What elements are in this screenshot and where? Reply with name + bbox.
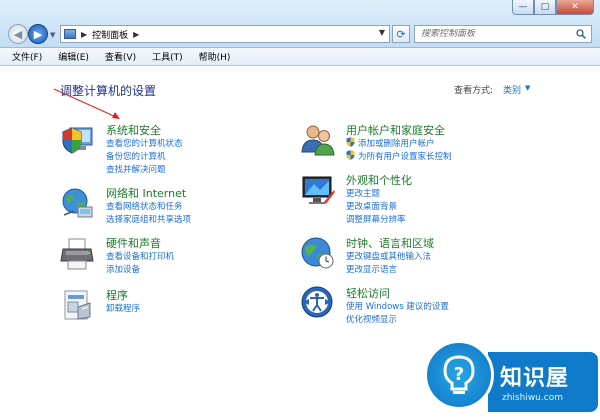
control-panel-icon bbox=[64, 29, 76, 39]
link-add-device[interactable]: 添加设备 bbox=[106, 263, 140, 275]
link-troubleshoot[interactable]: 查找并解决问题 bbox=[106, 163, 166, 175]
breadcrumb-arrow-icon[interactable]: ▶ bbox=[133, 30, 139, 39]
forward-button[interactable]: ▶ bbox=[28, 24, 48, 44]
refresh-icon: ⟳ bbox=[396, 27, 406, 41]
minimize-button[interactable]: — bbox=[512, 0, 534, 15]
breadcrumb-control-panel[interactable]: 控制面板 bbox=[92, 28, 128, 41]
refresh-button[interactable]: ⟳ bbox=[392, 25, 410, 43]
view-by-dropdown[interactable]: 类别 bbox=[503, 83, 521, 96]
forward-arrow-icon: ▶ bbox=[33, 27, 43, 41]
link-label[interactable]: 添加或删除用户帐户 bbox=[358, 139, 435, 149]
breadcrumb-arrow-icon[interactable]: ▶ bbox=[81, 30, 87, 39]
category-title[interactable]: 用户帐户和家庭安全 bbox=[346, 122, 445, 138]
link-change-theme[interactable]: 更改主题 bbox=[346, 187, 380, 199]
watermark-title: 知识屋 bbox=[500, 366, 570, 391]
link-parental-controls[interactable]: 为所有用户设置家长控制 bbox=[346, 150, 452, 162]
window-controls: — □ ✕ bbox=[512, 0, 594, 15]
category-title[interactable]: 外观和个性化 bbox=[346, 172, 412, 188]
uac-shield-icon bbox=[346, 150, 355, 160]
programs-icon bbox=[64, 290, 91, 320]
category-title[interactable]: 网络和 Internet bbox=[106, 185, 186, 201]
back-button[interactable]: ◀ bbox=[8, 24, 28, 44]
monitor-icon bbox=[302, 176, 335, 204]
menu-bar: 文件(F) 编辑(E) 查看(V) 工具(T) 帮助(H) bbox=[0, 48, 600, 66]
link-screen-resolution[interactable]: 调整屏幕分辨率 bbox=[346, 213, 406, 225]
recent-pages-dropdown[interactable]: ▼ bbox=[50, 31, 55, 39]
annotation-arrow bbox=[53, 88, 120, 119]
category-title[interactable]: 时钟、语言和区域 bbox=[346, 235, 434, 251]
printer-icon bbox=[60, 238, 94, 270]
link-optimize-video-display[interactable]: 优化视频显示 bbox=[346, 313, 397, 325]
maximize-button[interactable]: □ bbox=[534, 0, 556, 15]
link-label[interactable]: 为所有用户设置家长控制 bbox=[358, 152, 452, 162]
link-uninstall-program[interactable]: 卸载程序 bbox=[106, 302, 140, 314]
link-devices-printers[interactable]: 查看设备和打印机 bbox=[106, 250, 174, 262]
link-display-language[interactable]: 更改显示语言 bbox=[346, 263, 397, 275]
link-desktop-background[interactable]: 更改桌面背景 bbox=[346, 200, 397, 212]
address-dropdown-icon[interactable]: ▼ bbox=[379, 28, 385, 37]
shield-computer-icon bbox=[62, 127, 93, 154]
link-change-keyboard[interactable]: 更改键盘或其他输入法 bbox=[346, 250, 431, 262]
category-title[interactable]: 硬件和声音 bbox=[106, 235, 161, 251]
lightbulb-icon: ? bbox=[424, 340, 494, 410]
users-icon bbox=[301, 125, 335, 156]
category-title[interactable]: 轻松访问 bbox=[346, 285, 390, 301]
address-bar[interactable]: ▶ 控制面板 ▶ ▼ bbox=[60, 25, 390, 43]
link-homegroup-sharing[interactable]: 选择家庭组和共享选项 bbox=[106, 213, 191, 225]
search-input[interactable] bbox=[421, 29, 571, 39]
link-network-status[interactable]: 查看网络状态和任务 bbox=[106, 200, 183, 212]
menu-tools[interactable]: 工具(T) bbox=[152, 50, 183, 63]
link-backup-computer[interactable]: 备份您的计算机 bbox=[106, 150, 166, 162]
menu-edit[interactable]: 编辑(E) bbox=[58, 50, 89, 63]
search-box[interactable] bbox=[414, 25, 592, 43]
menu-help[interactable]: 帮助(H) bbox=[199, 50, 231, 63]
menu-file[interactable]: 文件(F) bbox=[12, 50, 42, 63]
svg-text:?: ? bbox=[454, 364, 464, 385]
link-view-computer-status[interactable]: 查看您的计算机状态 bbox=[106, 137, 183, 149]
uac-shield-icon bbox=[346, 137, 355, 147]
clock-globe-icon bbox=[301, 237, 334, 269]
link-add-remove-users[interactable]: 添加或删除用户帐户 bbox=[346, 137, 435, 149]
chevron-down-icon[interactable]: ▼ bbox=[525, 84, 530, 92]
ease-of-access-icon bbox=[301, 286, 333, 318]
category-title[interactable]: 程序 bbox=[106, 287, 128, 303]
back-arrow-icon: ◀ bbox=[13, 27, 23, 41]
search-icon[interactable] bbox=[576, 29, 586, 39]
watermark-subtitle: zhishiwu.com bbox=[502, 393, 563, 403]
category-title[interactable]: 系统和安全 bbox=[106, 122, 161, 138]
view-by-label: 查看方式: bbox=[454, 86, 494, 96]
menu-view[interactable]: 查看(V) bbox=[105, 50, 136, 63]
link-windows-recommended-settings[interactable]: 使用 Windows 建议的设置 bbox=[346, 300, 449, 312]
close-button[interactable]: ✕ bbox=[556, 0, 594, 15]
network-globe-icon bbox=[62, 188, 93, 218]
